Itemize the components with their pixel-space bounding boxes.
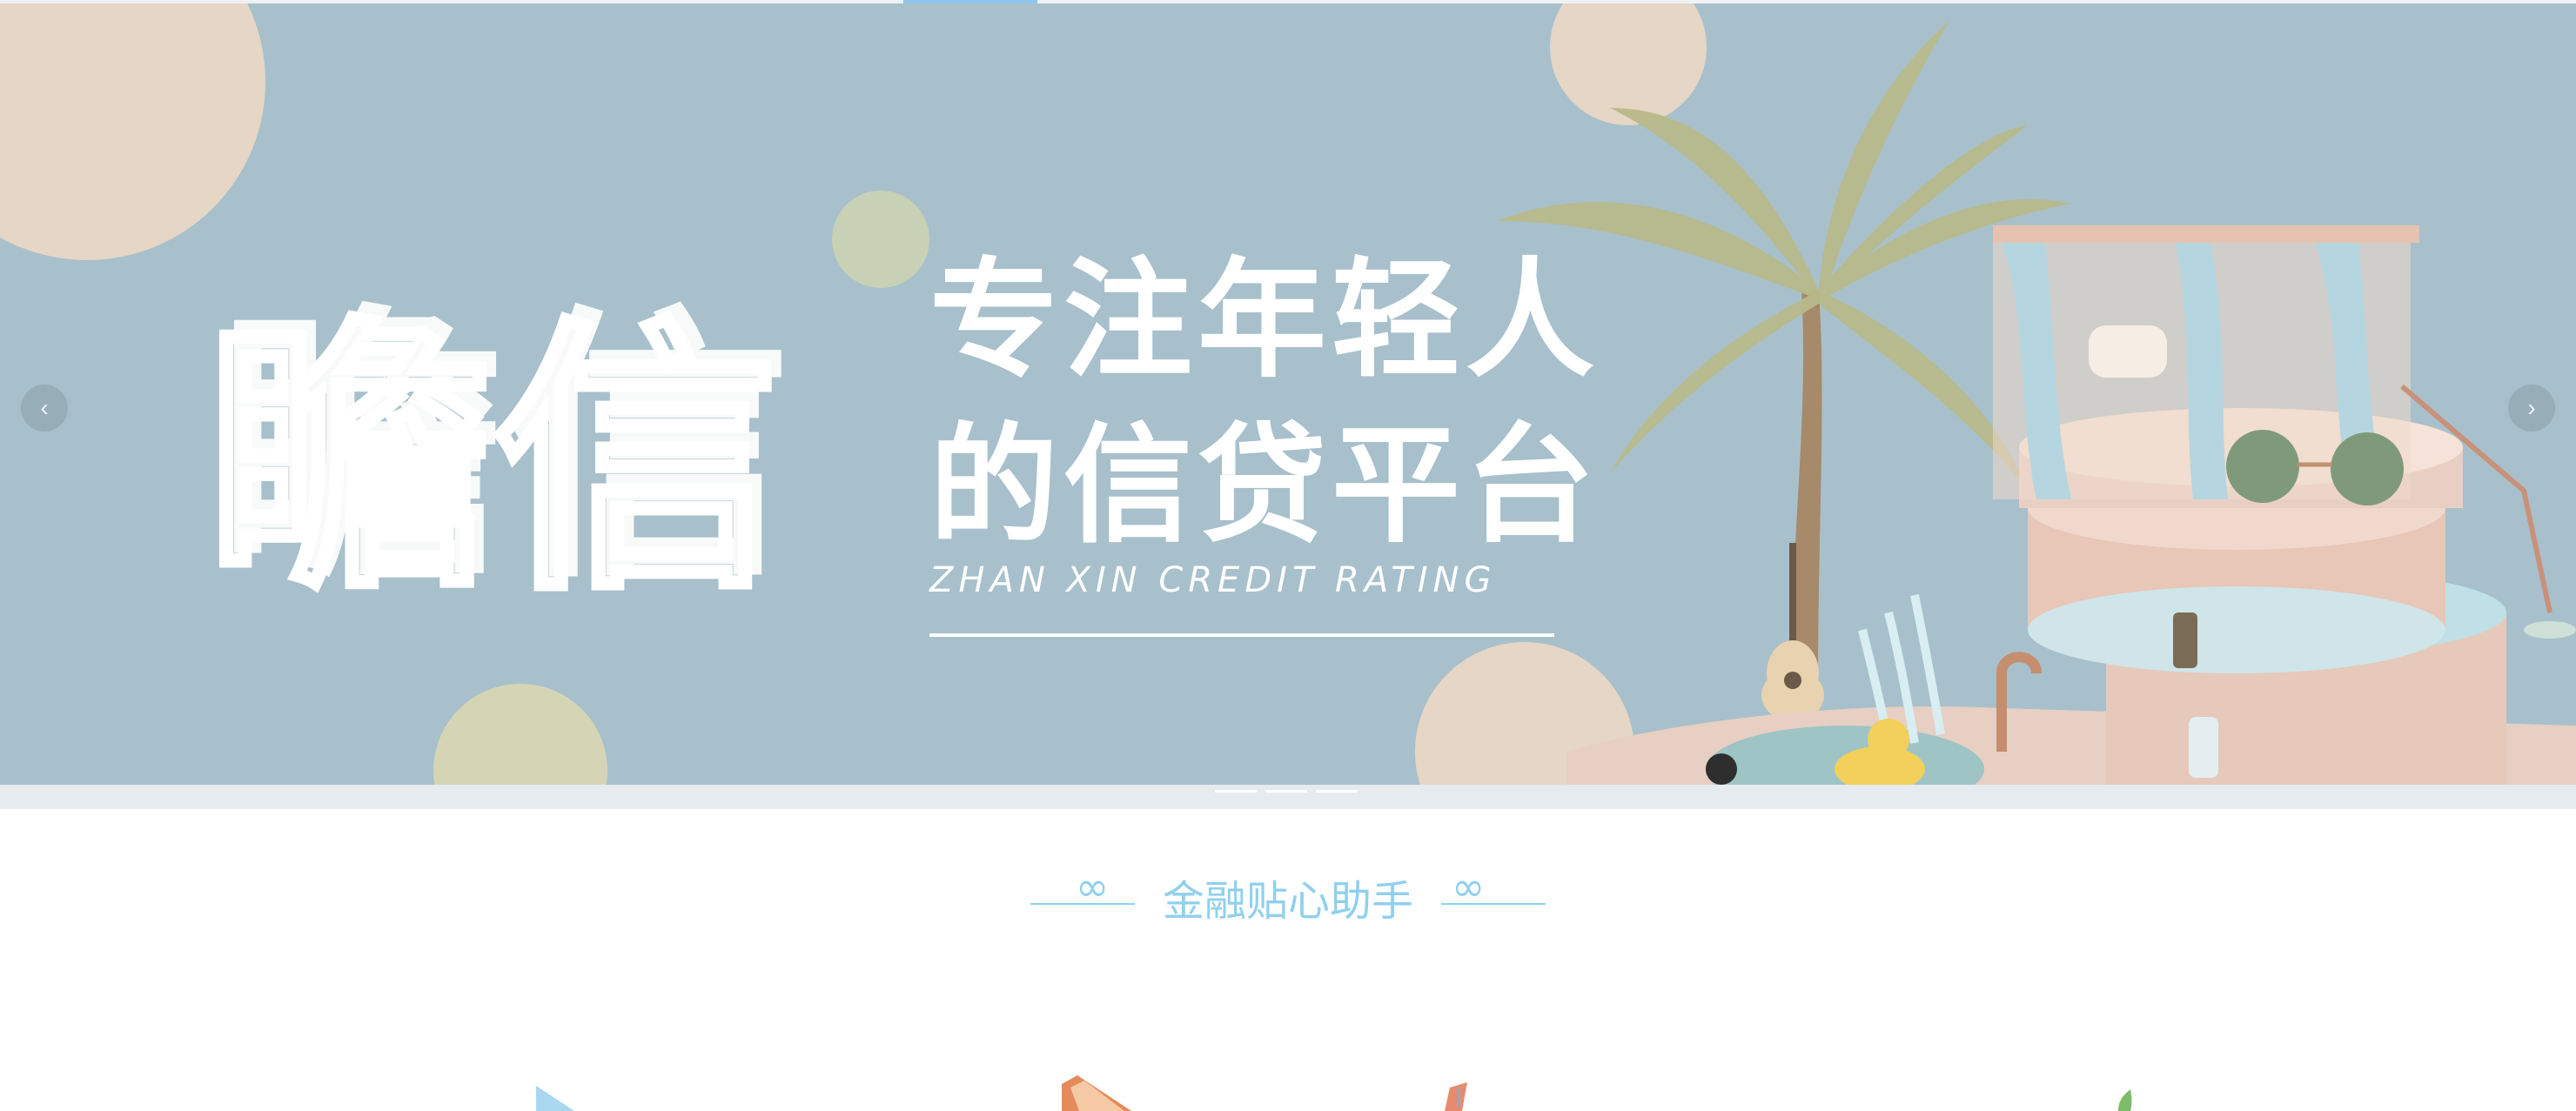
feature-icon-partial [536, 1086, 574, 1111]
carousel-prev-button[interactable]: ‹ [21, 385, 68, 432]
headline-line-1: 专注年轻人 [929, 245, 1600, 395]
carousel-dot-active[interactable] [1316, 790, 1358, 793]
feature-icon-partial [1445, 1082, 1467, 1111]
feature-icon-partial [1062, 1075, 1131, 1111]
carousel-indicator-bar [0, 785, 2576, 809]
hero-carousel[interactable]: 瞻信 瞻信 专注年轻人 的信贷平台 ZHAN XIN CREDIT RATING… [0, 3, 2576, 785]
chevron-right-icon: › [2527, 394, 2536, 421]
sage-circle-decor [832, 191, 929, 288]
brand-chars-fill: 瞻信 [218, 282, 792, 616]
section-title: 金融贴心助手 [0, 867, 2576, 927]
headline-line-2: 的信贷平台 [929, 411, 1600, 560]
tagline: ZHAN XIN CREDIT RATING [929, 560, 1497, 600]
carousel-dot[interactable] [1215, 790, 1257, 793]
section-title-text: 金融贴心助手 [1162, 877, 1413, 926]
title-deco-line-right [1441, 903, 1546, 905]
carousel-next-button[interactable]: › [2508, 385, 2555, 432]
chevron-left-icon: ‹ [40, 394, 49, 421]
carousel-dot[interactable] [1265, 790, 1307, 793]
feature-icon-partial [2118, 1089, 2132, 1111]
